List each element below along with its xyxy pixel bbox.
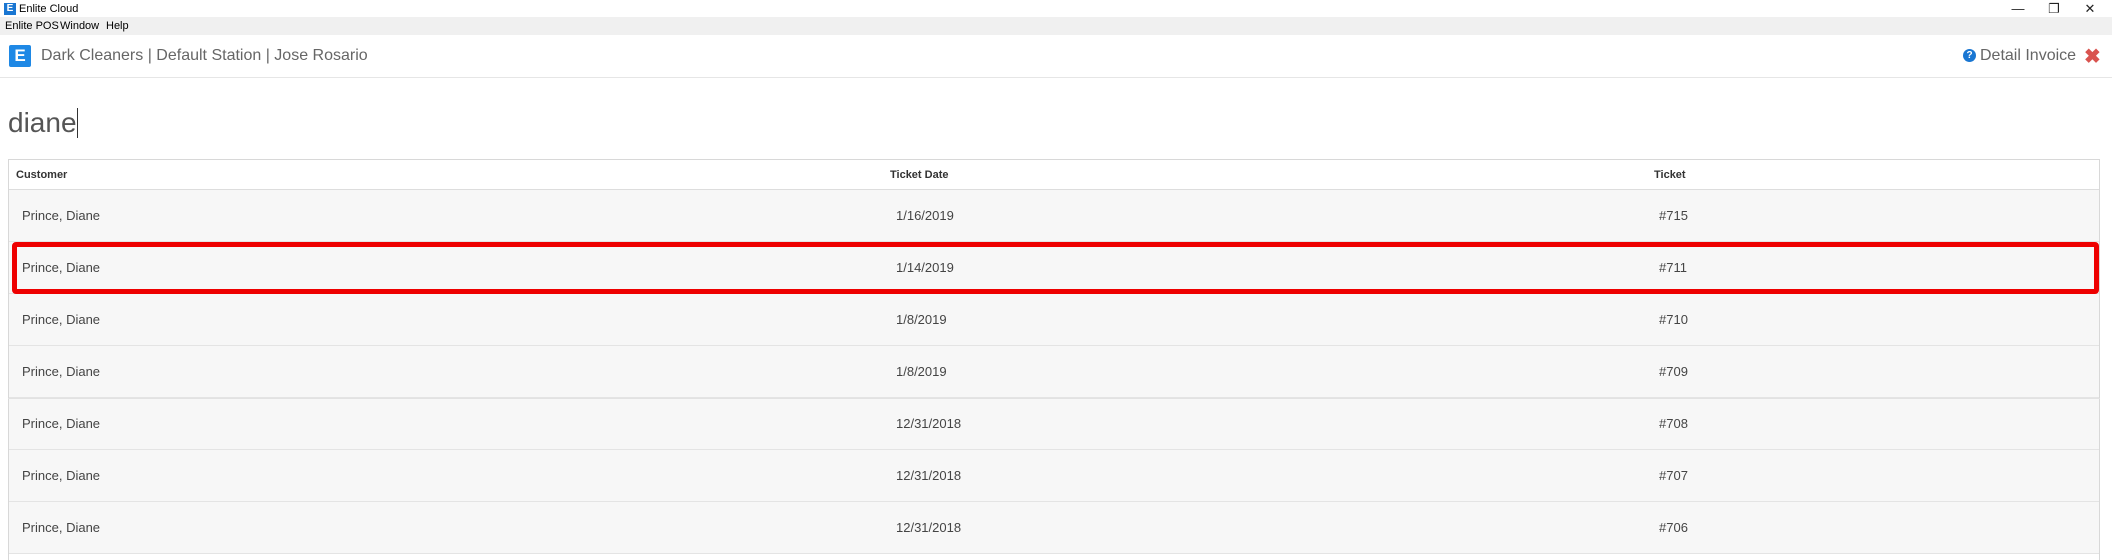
column-header-customer[interactable]: Customer [16, 169, 67, 181]
cell-ticket-date: 1/16/2019 [896, 208, 954, 223]
cell-ticket: #708 [1659, 416, 1688, 431]
cell-customer: Prince, Diane [22, 208, 101, 223]
cell-customer: Prince, Diane [22, 520, 101, 535]
cell-ticket: #710 [1659, 312, 1688, 327]
cell-ticket: #707 [1659, 468, 1688, 483]
help-icon[interactable]: ? [1963, 49, 1976, 62]
table-row[interactable]: Prince, Diane 12/31/2018 #708 [9, 398, 2099, 450]
column-header-ticket-date[interactable]: Ticket Date [890, 169, 949, 181]
cell-ticket-date: 1/14/2019 [896, 260, 954, 275]
column-header-ticket[interactable]: Ticket [1654, 169, 1686, 181]
cell-customer: Prince, Diane [22, 312, 101, 327]
table-header: Customer Ticket Date Ticket [9, 160, 2099, 190]
cell-customer: Prince, Diane [22, 468, 101, 483]
cell-ticket-date: 12/31/2018 [896, 468, 962, 483]
customer-search-input[interactable] [8, 103, 908, 143]
cell-customer: Prince, Diane [22, 416, 101, 431]
cell-ticket: #709 [1659, 364, 1688, 379]
cell-customer: Prince, Diane [22, 260, 101, 275]
menu-help[interactable]: Help [106, 20, 129, 32]
table-row[interactable]: Prince, Diane 12/31/2018 #707 [9, 450, 2099, 502]
cell-ticket-date: 1/8/2019 [896, 364, 947, 379]
restore-button[interactable]: ❐ [2034, 0, 2074, 17]
text-caret [77, 108, 78, 138]
window-titlebar: E Enlite Cloud — ❐ ✕ [0, 0, 2112, 17]
divider [8, 398, 2100, 399]
table-row[interactable]: Prince, Diane 1/14/2019 #711 [9, 242, 2099, 294]
ticket-table: Customer Ticket Date Ticket Prince, Dian… [8, 159, 2100, 560]
cell-ticket: #706 [1659, 520, 1688, 535]
cell-ticket: #715 [1659, 208, 1688, 223]
app-logo-icon: E [4, 3, 16, 15]
table-row[interactable]: Prince, Diane 12/31/2018 #706 [9, 502, 2099, 554]
cell-ticket-date: 1/8/2019 [896, 312, 947, 327]
table-row[interactable]: Prince, Diane 1/16/2019 #715 [9, 190, 2099, 242]
menu-bar: Enlite POS Window Help [0, 17, 2112, 35]
cell-ticket-date: 12/31/2018 [896, 416, 962, 431]
close-icon[interactable]: ✖ [2084, 44, 2101, 69]
menu-window[interactable]: Window [60, 20, 99, 32]
window-title: Enlite Cloud [19, 3, 79, 15]
cell-ticket: #711 [1659, 260, 1687, 275]
page-title: Dark Cleaners | Default Station | Jose R… [41, 47, 368, 64]
app-header: E Dark Cleaners | Default Station | Jose… [0, 35, 2112, 78]
cell-customer: Prince, Diane [22, 364, 101, 379]
enlite-logo-icon: E [9, 45, 31, 67]
minimize-button[interactable]: — [1998, 0, 2038, 17]
cell-ticket-date: 12/31/2018 [896, 520, 962, 535]
window-close-button[interactable]: ✕ [2070, 0, 2110, 17]
menu-enlite-pos[interactable]: Enlite POS [5, 20, 59, 32]
detail-invoice-link[interactable]: Detail Invoice [1980, 47, 2076, 65]
table-row[interactable]: Prince, Diane 1/8/2019 #710 [9, 294, 2099, 346]
table-row[interactable]: Prince, Diane 1/8/2019 #709 [9, 346, 2099, 398]
